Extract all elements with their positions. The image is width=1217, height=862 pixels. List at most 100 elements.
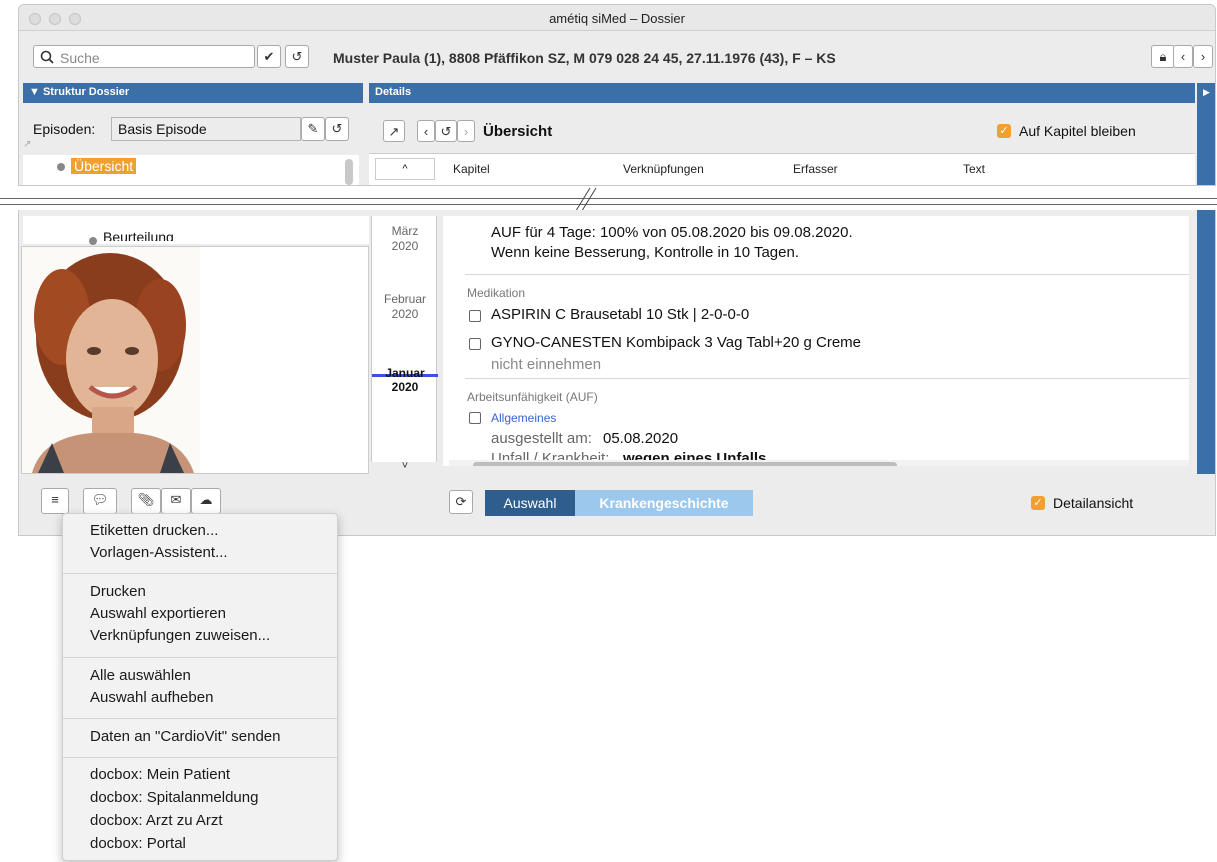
tree-bullet-icon xyxy=(57,163,65,171)
mail-button[interactable]: ✉ xyxy=(161,488,191,514)
menu-separator xyxy=(63,573,337,574)
detail-view-checkbox[interactable]: ✓ xyxy=(1031,496,1045,510)
checkmark-icon: ✔ xyxy=(263,49,275,64)
right-panel-toggle[interactable]: ▶ xyxy=(1197,83,1215,185)
column-header-kapitel[interactable]: Kapitel xyxy=(453,162,490,176)
horizontal-scrollbar[interactable] xyxy=(473,462,897,466)
column-header-verknuepfungen[interactable]: Verknüpfungen xyxy=(623,162,704,176)
med2-checkbox[interactable] xyxy=(469,338,481,350)
scroll-up-button[interactable]: ^ xyxy=(375,158,435,180)
tree-bullet-icon xyxy=(89,237,97,245)
details-table: ^ Kapitel Verknüpfungen Erfasser Text xyxy=(369,153,1195,185)
horizontal-scroll-track xyxy=(449,460,1189,466)
episodes-label: Episoden: xyxy=(33,121,96,137)
timeline-month: März xyxy=(391,224,419,238)
edit-episode-button[interactable]: ✎ xyxy=(301,117,325,141)
tree-scrollbar[interactable] xyxy=(345,159,353,185)
break-line-top xyxy=(0,198,1217,199)
column-header-erfasser[interactable]: Erfasser xyxy=(793,162,838,176)
timeline-month: Februar xyxy=(383,292,427,306)
timeline-year: 2020 xyxy=(391,307,419,321)
lock-button[interactable]: 🔒︎ xyxy=(1151,45,1175,68)
menu-item-deselect[interactable]: Auswahl aufheben xyxy=(90,689,213,706)
med1-checkbox[interactable] xyxy=(469,310,481,322)
external-link-icon: ↗ xyxy=(388,124,400,139)
auf-checkbox[interactable] xyxy=(469,412,481,424)
lock-icon: 🔒︎ xyxy=(1159,49,1167,64)
disclosure-down-icon: ▼ xyxy=(29,86,43,98)
patient-photo xyxy=(22,247,200,473)
medication-1: ASPIRIN C Brausetabl 10 Stk | 2-0-0-0 xyxy=(491,306,750,323)
menu-item-docbox-hospital[interactable]: docbox: Spitalanmeldung xyxy=(90,789,258,806)
timeline-item-maerz[interactable]: März 2020 xyxy=(372,224,438,254)
timeline-item-februar[interactable]: Februar 2020 xyxy=(372,292,438,322)
menu-item-export-selection[interactable]: Auswahl exportieren xyxy=(90,605,226,622)
menu-item-template-assistant[interactable]: Vorlagen-Assistent... xyxy=(90,544,228,561)
stay-on-chapter-checkbox[interactable]: ✓ xyxy=(997,124,1011,138)
details-back-button[interactable]: ‹ xyxy=(417,120,435,142)
menu-item-assign-links[interactable]: Verknüpfungen zuweisen... xyxy=(90,627,270,644)
timeline: März 2020 Februar 2020 Januar 2020 ˅ xyxy=(371,216,438,472)
context-menu: Etiketten drucken... Vorlagen-Assistent.… xyxy=(62,513,338,861)
dossier-tree: Übersicht xyxy=(23,155,359,185)
search-input[interactable]: Suche xyxy=(33,45,255,68)
prev-patient-button[interactable]: ‹ xyxy=(1173,45,1193,68)
detail-view-label: Detailansicht xyxy=(1053,495,1134,511)
history-tab[interactable]: Krankengeschichte xyxy=(575,490,753,516)
refresh-icon: ⟳ xyxy=(455,494,467,509)
chevron-left-icon: ‹ xyxy=(423,124,429,139)
open-external-button[interactable]: ↗ xyxy=(383,120,405,142)
checkmark-icon: ✓ xyxy=(999,125,1009,137)
patient-header: Muster Paula (1), 8808 Pfäffikon SZ, M 0… xyxy=(333,50,836,66)
menu-item-send-cardiovit[interactable]: Daten an "CardioVit" senden xyxy=(90,728,281,745)
details-forward-button[interactable]: › xyxy=(457,120,475,142)
search-confirm-button[interactable]: ✔ xyxy=(257,45,281,68)
envelope-icon: ✉ xyxy=(170,492,182,507)
comment-button[interactable]: 💬︎ xyxy=(83,488,117,514)
timeline-month-januar[interactable]: Januar xyxy=(372,366,438,380)
tree-item-beurteilung[interactable]: Beurteilung xyxy=(103,229,174,241)
menu-item-docbox-portal[interactable]: docbox: Portal xyxy=(90,835,186,852)
structure-panel-header[interactable]: ▼ Struktur Dossier xyxy=(23,83,363,103)
chevron-down-icon: ˅ xyxy=(401,460,409,472)
divider xyxy=(465,274,1189,275)
column-header-text[interactable]: Text xyxy=(963,162,985,176)
right-panel-strip xyxy=(1197,210,1215,474)
chevron-right-icon: › xyxy=(1200,49,1206,64)
disclosure-right-icon: ▶ xyxy=(1203,87,1210,97)
break-line-bottom xyxy=(0,204,1217,205)
episode-history-button[interactable]: ↺ xyxy=(325,117,349,141)
checkmark-icon: ✓ xyxy=(1033,497,1043,509)
content-line-1: AUF für 4 Tage: 100% von 05.08.2020 bis … xyxy=(491,224,853,241)
next-patient-button[interactable]: › xyxy=(1193,45,1213,68)
menu-item-docbox-doctor[interactable]: docbox: Arzt zu Arzt xyxy=(90,812,223,829)
tree-item-uebersicht[interactable]: Übersicht xyxy=(71,158,137,174)
scroll-down-button[interactable]: ˅ xyxy=(372,460,438,472)
dossier-window-bottom: Beurteilung März 2020 Februar 2020 Januar … xyxy=(18,210,1216,536)
search-history-button[interactable]: ↺ xyxy=(285,45,309,68)
episode-value: Basis Episode xyxy=(118,121,207,137)
episode-select[interactable]: Basis Episode xyxy=(111,117,301,141)
menu-item-print-labels[interactable]: Etiketten drucken... xyxy=(90,522,218,539)
menu-item-select-all[interactable]: Alle auswählen xyxy=(90,667,191,684)
details-history-button[interactable]: ↺ xyxy=(435,120,457,142)
medication-2-note: nicht einnehmen xyxy=(491,356,602,373)
menu-separator xyxy=(63,757,337,758)
attach-button[interactable]: 📎︎ xyxy=(131,488,161,514)
cloud-button[interactable]: ☁ xyxy=(191,488,221,514)
medication-2: GYNO-CANESTEN Kombipack 3 Vag Tabl+20 g … xyxy=(491,334,862,351)
refresh-button[interactable]: ⟳ xyxy=(449,490,473,514)
selection-tab[interactable]: Auswahl xyxy=(485,490,575,516)
menu-item-docbox-patient[interactable]: docbox: Mein Patient xyxy=(90,766,230,783)
window-title: amétiq siMed – Dossier xyxy=(549,11,685,26)
auf-general-link[interactable]: Allgemeines xyxy=(491,411,556,425)
content-line-2: Wenn keine Besserung, Kontrolle in 10 Ta… xyxy=(491,244,799,261)
dossier-tree-tail: Beurteilung xyxy=(23,216,369,245)
menu-separator xyxy=(63,718,337,719)
hamburger-icon: ≡ xyxy=(51,492,59,507)
timeline-year: 2020 xyxy=(391,239,419,253)
menu-button[interactable]: ≡ xyxy=(41,488,69,514)
menu-item-print[interactable]: Drucken xyxy=(90,583,146,600)
history-content: AUF für 4 Tage: 100% von 05.08.2020 bis … xyxy=(443,216,1189,466)
medication-label: Medikation xyxy=(467,286,526,300)
